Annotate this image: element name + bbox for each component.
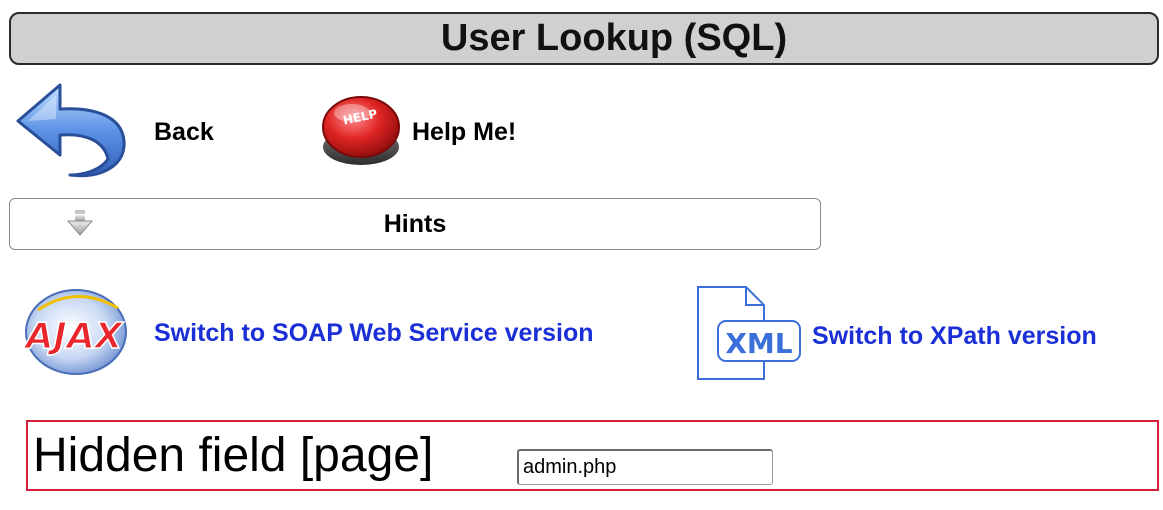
xml-icon-text: XML <box>725 327 792 360</box>
soap-link-label: Switch to SOAP Web Service version <box>154 318 594 347</box>
back-label: Back <box>154 117 214 146</box>
hints-label: Hints <box>383 210 447 238</box>
hidden-field-page-input[interactable] <box>517 449 773 485</box>
hidden-field-label: Hidden field [page] <box>33 429 434 482</box>
ajax-logo-icon: AJAX <box>18 280 130 387</box>
switch-to-xpath-link[interactable]: XML Switch to XPath version <box>694 285 1097 386</box>
switch-to-soap-link[interactable]: AJAX Switch to SOAP Web Service version <box>18 283 594 383</box>
back-arrow-icon <box>12 79 130 186</box>
page-header: User Lookup (SQL) <box>9 12 1159 65</box>
help-me-link[interactable]: HELP Help Me! <box>318 92 516 172</box>
back-link[interactable]: Back <box>12 82 214 182</box>
xml-file-icon: XML <box>694 283 804 390</box>
xpath-link-label: Switch to XPath version <box>812 321 1097 350</box>
help-me-label: Help Me! <box>412 117 517 146</box>
ajax-logo-text: AJAX <box>23 316 125 357</box>
help-button-icon: HELP <box>318 89 404 176</box>
hints-toggle[interactable]: Hints <box>9 198 821 250</box>
hidden-field-highlight: Hidden field [page] <box>26 420 1159 491</box>
page-title: User Lookup (SQL) <box>440 17 788 59</box>
page: User Lookup (SQL) Back HELP Help Me! Hin… <box>0 0 1163 510</box>
